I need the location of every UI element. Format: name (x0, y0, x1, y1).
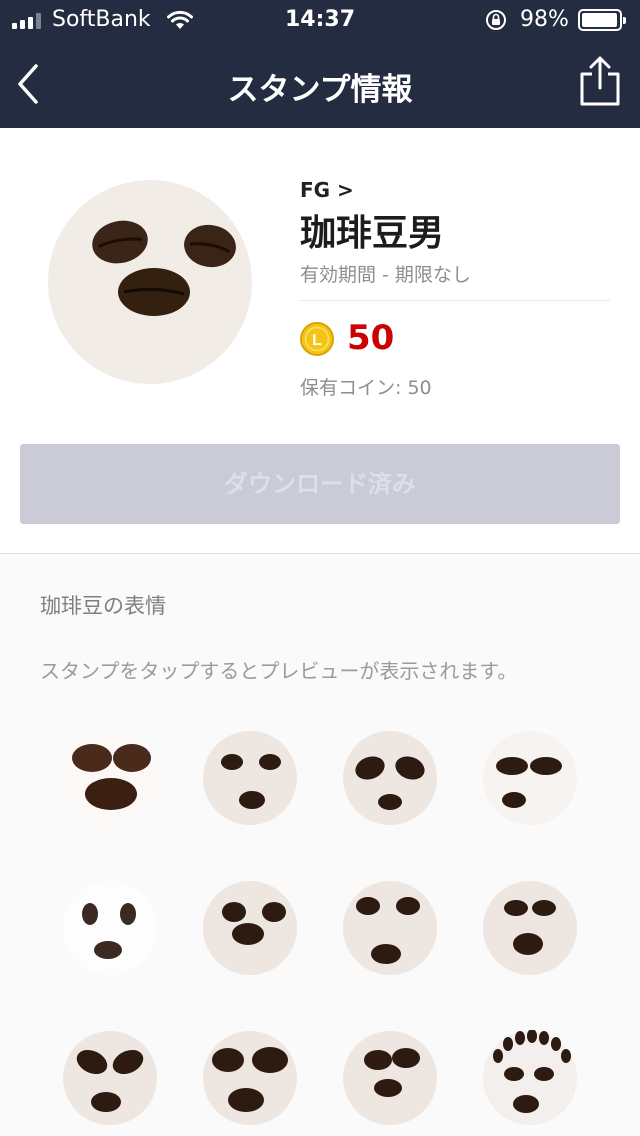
sticker-9[interactable] (62, 1030, 158, 1126)
download-button[interactable]: ダウンロード済み (20, 444, 620, 524)
battery-percent: 98% (520, 7, 569, 32)
sticker-7[interactable] (342, 880, 438, 976)
sticker-title: 珈琲豆男 (300, 213, 445, 254)
status-bar: SoftBank 14:37 98% (0, 0, 640, 40)
held-coins: 保有コイン: 50 (300, 377, 432, 399)
coin-letter: L (312, 332, 322, 349)
sticker-4[interactable] (482, 730, 578, 826)
sticker-info-panel: FG > 珈琲豆男 有効期間 - 期限なし L 50 保有コイン: 50 ダウン… (0, 128, 640, 554)
rotation-lock-icon (486, 10, 506, 30)
creator-link[interactable]: FG > (300, 178, 354, 202)
price: 50 (347, 318, 395, 358)
preview-hint: スタンプをタップするとプレビューが表示されます。 (40, 659, 518, 683)
sticker-6[interactable] (202, 880, 298, 976)
validity-text: 有効期間 - 期限なし (300, 264, 471, 286)
sticker-5[interactable] (62, 880, 158, 976)
coin-icon: L (300, 322, 334, 356)
sticker-10[interactable] (202, 1030, 298, 1126)
top-bar: SoftBank 14:37 98% スタンプ情報 (0, 0, 640, 128)
battery-icon (578, 9, 626, 31)
sticker-12[interactable] (482, 1030, 578, 1126)
navigation-bar: スタンプ情報 (0, 40, 640, 128)
divider (300, 300, 610, 301)
sticker-cover-image (48, 180, 252, 384)
sticker-3[interactable] (342, 730, 438, 826)
sticker-1[interactable] (62, 730, 158, 826)
section-title: 珈琲豆の表情 (40, 594, 166, 618)
sticker-11[interactable] (342, 1030, 438, 1126)
page-title: スタンプ情報 (227, 72, 413, 108)
share-icon[interactable] (578, 54, 622, 108)
sticker-8[interactable] (482, 880, 578, 976)
sticker-2[interactable] (202, 730, 298, 826)
